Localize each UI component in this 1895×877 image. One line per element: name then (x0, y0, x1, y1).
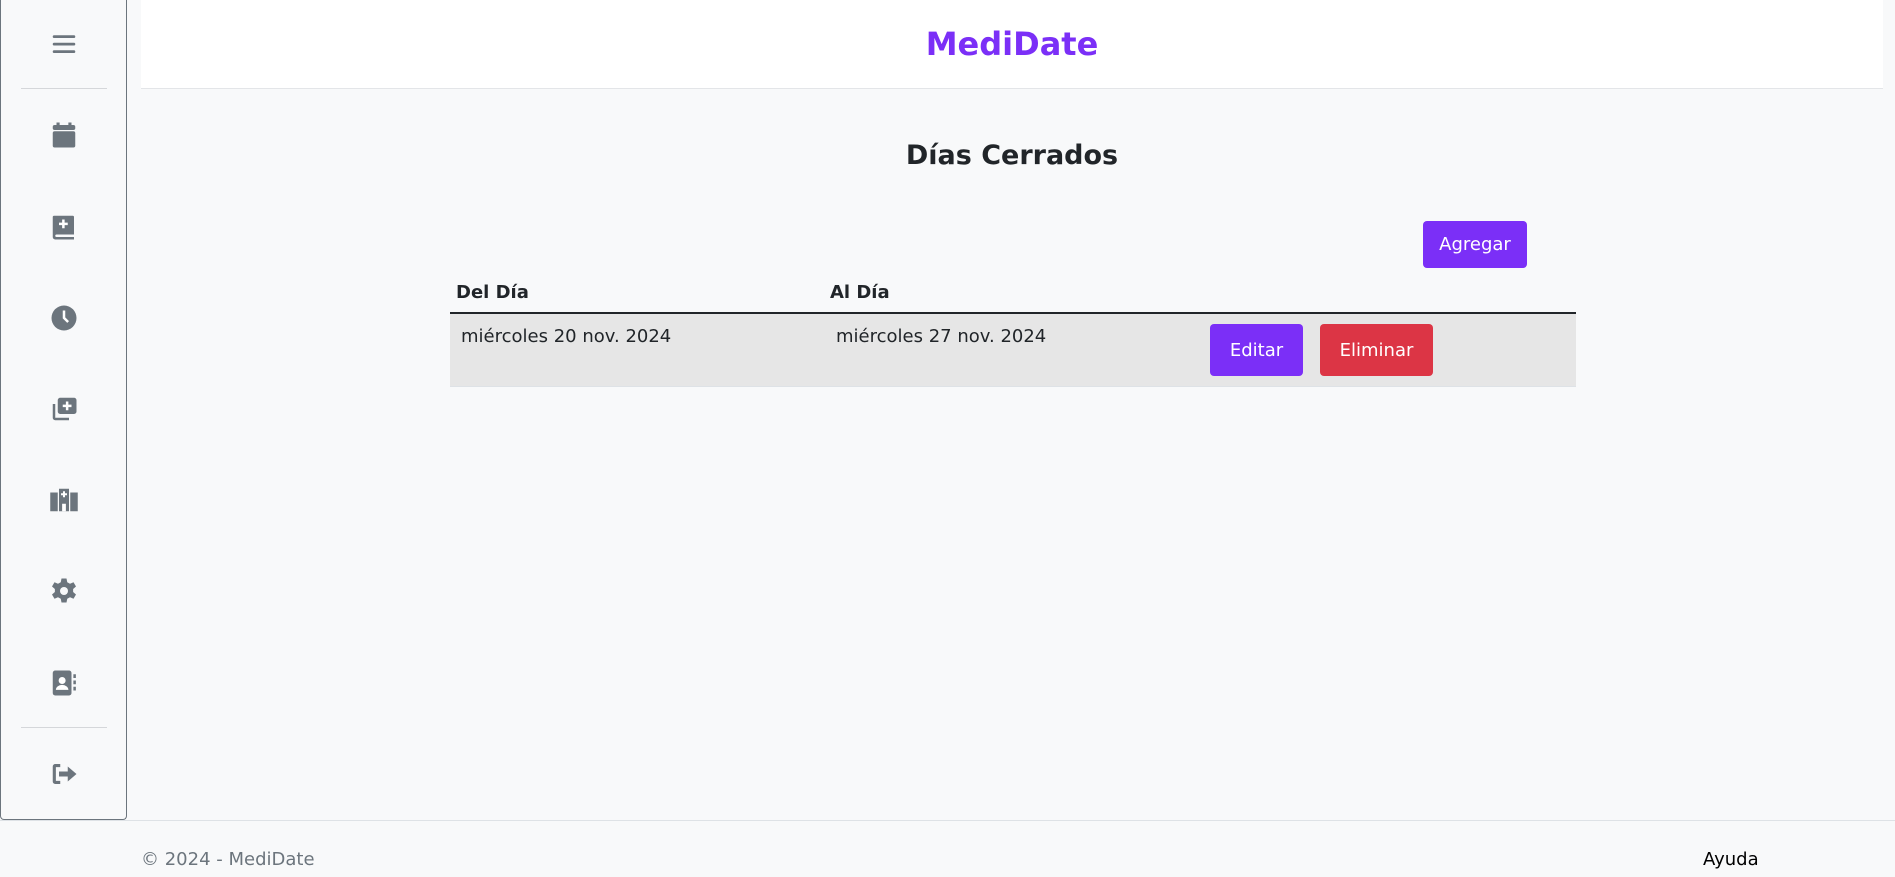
sidebar-item-settings[interactable] (21, 561, 107, 621)
add-copy-icon (52, 397, 77, 421)
divider (21, 88, 107, 89)
sidebar (0, 0, 127, 820)
closed-days-table: Del Día Al Día miércoles 20 nov. 2024 mi… (450, 280, 1576, 387)
add-button[interactable]: Agregar (1423, 221, 1527, 268)
calendar-icon (52, 122, 76, 148)
menu-icon (52, 35, 76, 53)
contact-card-icon (52, 670, 76, 696)
table-header: Del Día Al Día (450, 280, 1576, 314)
sidebar-item-clinics[interactable] (21, 470, 107, 530)
sidebar-item-calendar[interactable] (21, 105, 107, 165)
menu-toggle-button[interactable] (21, 14, 107, 74)
sidebar-item-contacts[interactable] (21, 653, 107, 713)
sidebar-item-medical-records[interactable] (21, 197, 107, 257)
sidebar-item-add-service[interactable] (21, 379, 107, 439)
header: MediDate (141, 0, 1883, 89)
copyright: © 2024 - MediDate (141, 849, 315, 870)
page-title: Días Cerrados (905, 140, 1119, 171)
edit-button[interactable]: Editar (1210, 324, 1303, 376)
medical-book-icon (52, 215, 74, 240)
column-header-from: Del Día (456, 282, 529, 303)
table-row: miércoles 20 nov. 2024 miércoles 27 nov.… (450, 314, 1576, 387)
clock-icon (51, 305, 77, 331)
to-date: miércoles 27 nov. 2024 (836, 326, 1047, 347)
divider (21, 727, 107, 728)
footer: © 2024 - MediDate Ayuda (0, 820, 1895, 877)
delete-button[interactable]: Eliminar (1320, 324, 1433, 376)
gear-icon (52, 578, 76, 603)
logout-button[interactable] (21, 744, 107, 804)
app-title[interactable]: MediDate (926, 25, 1099, 63)
hospital-icon (50, 488, 78, 512)
help-link[interactable]: Ayuda (1703, 849, 1759, 870)
sidebar-item-schedule[interactable] (21, 288, 107, 348)
column-header-to: Al Día (830, 282, 890, 303)
logout-icon (52, 764, 77, 784)
from-date: miércoles 20 nov. 2024 (461, 326, 672, 347)
